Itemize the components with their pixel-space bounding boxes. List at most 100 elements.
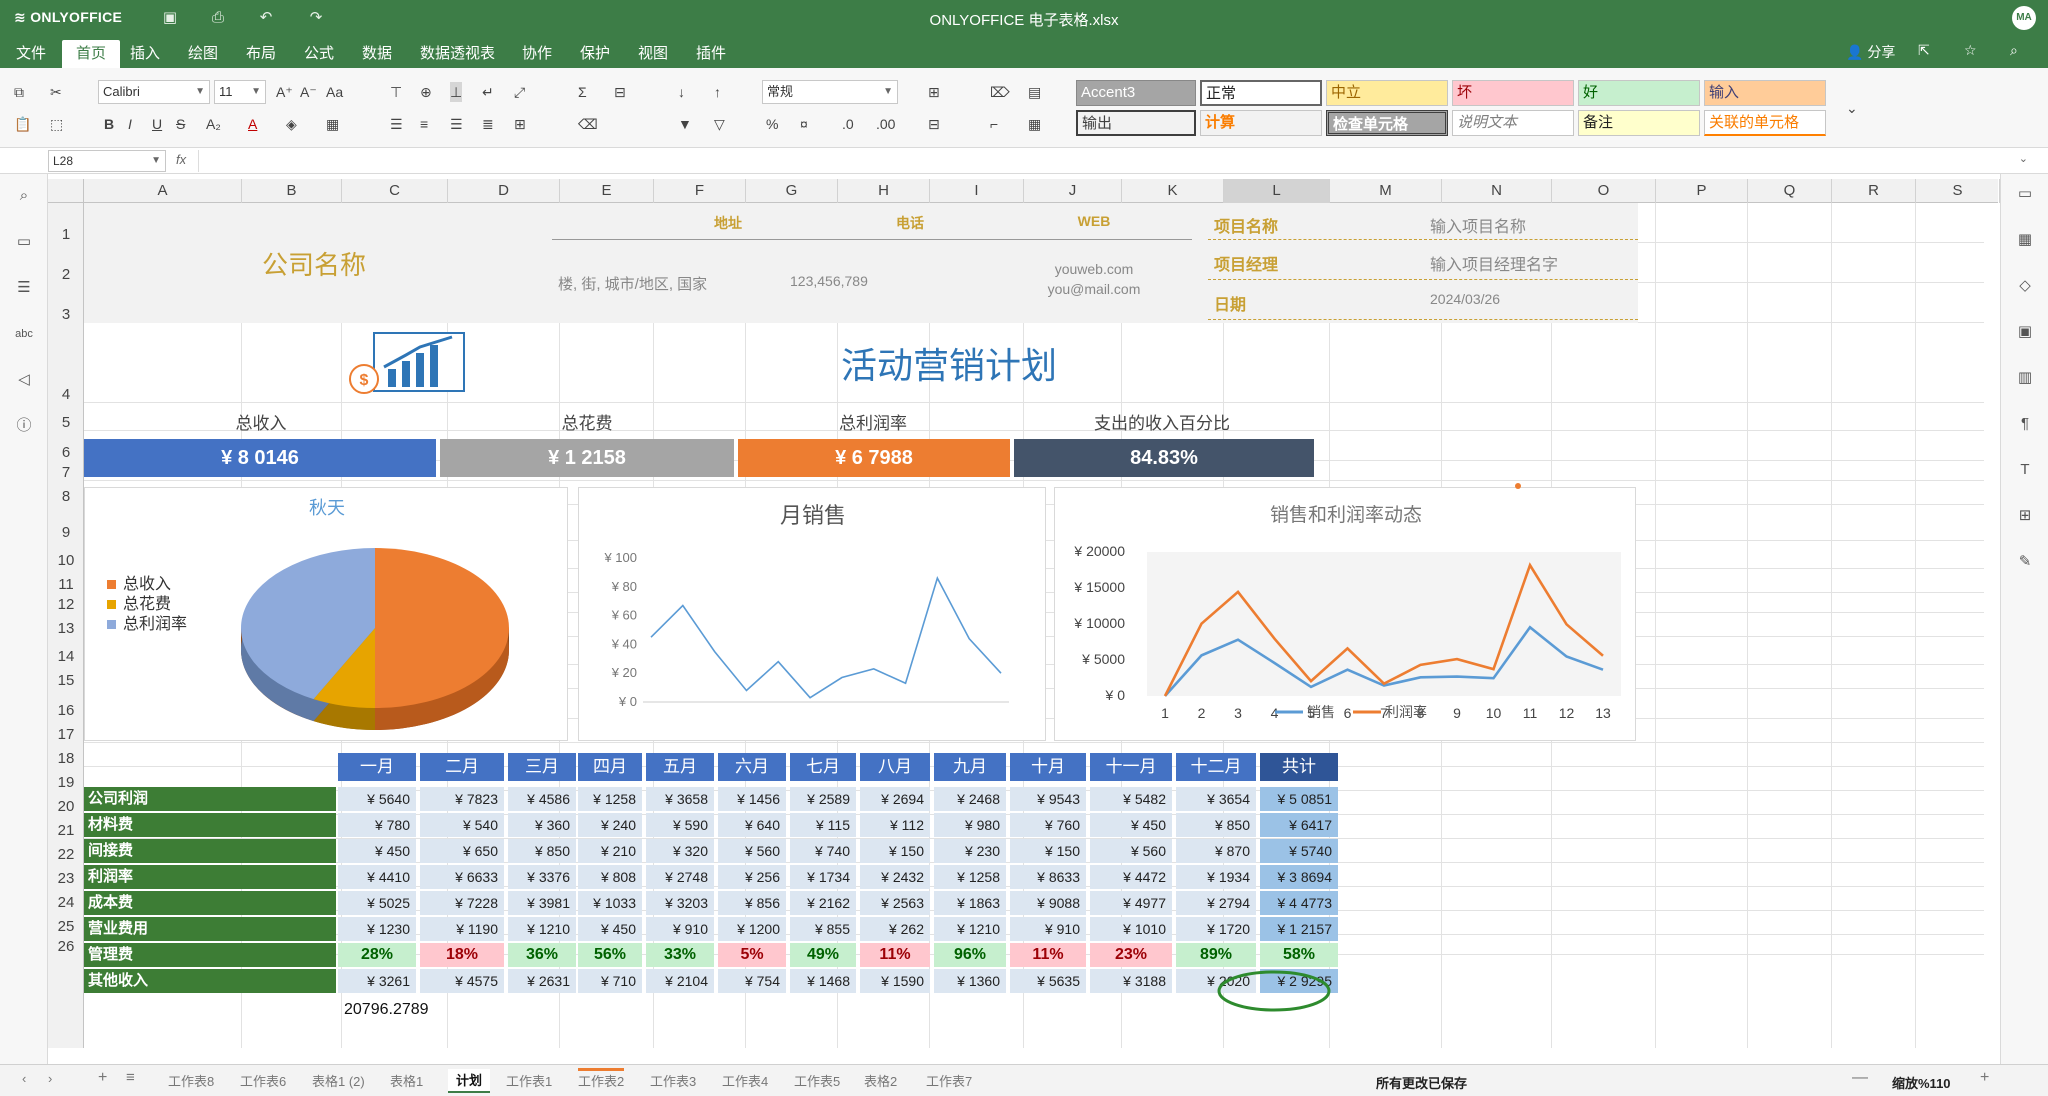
table-cell[interactable]: ¥ 2589 xyxy=(790,787,856,811)
month-header[interactable]: 二月 xyxy=(420,753,504,781)
column-header-k[interactable]: K xyxy=(1122,179,1224,203)
column-header-r[interactable]: R xyxy=(1832,179,1916,203)
row-header-24[interactable]: 24 xyxy=(48,887,84,911)
row-header-9[interactable]: 9 xyxy=(48,505,84,541)
row-header-8[interactable]: 8 xyxy=(48,481,84,505)
avatar[interactable]: MA xyxy=(2012,6,2036,30)
sheet-tab[interactable]: 计划 xyxy=(448,1069,491,1093)
column-header-b[interactable]: B xyxy=(242,179,342,203)
table-cell[interactable]: ¥ 3981 xyxy=(508,891,576,915)
tab-draw[interactable]: 绘图 xyxy=(182,40,224,68)
table-cell[interactable]: ¥ 1360 xyxy=(934,969,1006,993)
month-header[interactable]: 共计 xyxy=(1260,753,1338,781)
function-icon[interactable]: fx xyxy=(176,152,186,167)
align-right-icon[interactable]: ☰ xyxy=(450,114,463,134)
column-header-n[interactable]: N xyxy=(1442,179,1552,203)
align-bottom-icon[interactable]: ⊥ xyxy=(450,82,463,102)
style-neutral[interactable]: 中立 xyxy=(1326,80,1448,106)
row-header-13[interactable]: 13 xyxy=(48,613,84,637)
row-header-6[interactable]: 6 xyxy=(48,431,84,461)
table-cell[interactable]: ¥ 6417 xyxy=(1260,813,1338,837)
percent-cell[interactable]: 23% xyxy=(1090,943,1172,967)
spellcheck-icon[interactable]: abc xyxy=(14,324,34,344)
month-header[interactable]: 八月 xyxy=(860,753,930,781)
search-icon[interactable]: ⌕ xyxy=(2010,42,2018,59)
tab-insert[interactable]: 插入 xyxy=(124,40,166,68)
month-header[interactable]: 十二月 xyxy=(1176,753,1256,781)
wrap-text-icon[interactable]: ↵ xyxy=(482,82,494,102)
month-header[interactable]: 一月 xyxy=(338,753,416,781)
table-cell[interactable]: ¥ 1468 xyxy=(790,969,856,993)
row-header-10[interactable]: 10 xyxy=(48,541,84,569)
shape-settings-icon[interactable]: ◇ xyxy=(2015,276,2035,296)
styles-expand-icon[interactable]: ⌄ xyxy=(1846,98,1858,118)
style-calculation[interactable]: 计算 xyxy=(1200,110,1322,136)
delete-cells-icon[interactable]: ⊟ xyxy=(928,114,940,134)
row-header-14[interactable]: 14 xyxy=(48,637,84,665)
align-middle-icon[interactable]: ⊕ xyxy=(420,82,432,102)
sheet-tab[interactable]: 工作表7 xyxy=(926,1071,972,1090)
table-cell[interactable]: ¥ 4 4773 xyxy=(1260,891,1338,915)
table-cell[interactable]: ¥ 1734 xyxy=(790,865,856,889)
number-format-select[interactable]: 常规 ▼ xyxy=(762,80,898,104)
orientation-icon[interactable]: ⤢ xyxy=(514,82,525,102)
sheet-tab[interactable]: 工作表5 xyxy=(794,1071,840,1090)
change-case-icon[interactable]: Aa xyxy=(326,82,343,102)
filter-icon[interactable]: ▼ xyxy=(678,114,692,134)
row-header-22[interactable]: 22 xyxy=(48,839,84,863)
table-cell[interactable]: ¥ 3 8694 xyxy=(1260,865,1338,889)
table-cell[interactable]: ¥ 3376 xyxy=(508,865,576,889)
column-header-h[interactable]: H xyxy=(838,179,930,203)
percent-cell[interactable]: 5% xyxy=(718,943,786,967)
percent-cell[interactable]: 18% xyxy=(420,943,504,967)
percent-cell[interactable]: 11% xyxy=(860,943,930,967)
sheet-list-icon[interactable]: ≡ xyxy=(126,1069,135,1086)
table-cell[interactable]: ¥ 754 xyxy=(718,969,786,993)
borders-icon[interactable]: ▦ xyxy=(326,114,339,134)
sum-icon[interactable]: Σ xyxy=(578,82,587,102)
row-header-25[interactable]: 25 xyxy=(48,911,84,935)
justify-icon[interactable]: ≣ xyxy=(482,114,494,134)
sheet-tab[interactable]: 工作表3 xyxy=(650,1071,696,1090)
row-header-19[interactable]: 19 xyxy=(48,767,84,791)
text-art-icon[interactable]: T xyxy=(2015,460,2035,480)
table-cell[interactable]: ¥ 115 xyxy=(790,813,856,837)
tab-plugins[interactable]: 插件 xyxy=(690,40,732,68)
table-cell[interactable]: ¥ 450 xyxy=(338,839,416,863)
increase-decimal-icon[interactable]: .00 xyxy=(876,114,895,134)
table-cell[interactable]: ¥ 1210 xyxy=(508,917,576,941)
table-cell[interactable]: ¥ 1200 xyxy=(718,917,786,941)
percent-cell[interactable]: 11% xyxy=(1010,943,1086,967)
column-header-i[interactable]: I xyxy=(930,179,1024,203)
month-header[interactable]: 三月 xyxy=(508,753,576,781)
search-icon[interactable]: ⌕ xyxy=(14,186,34,206)
table-cell[interactable]: ¥ 1190 xyxy=(420,917,504,941)
table-cell[interactable]: ¥ 856 xyxy=(718,891,786,915)
table-cell[interactable]: ¥ 2104 xyxy=(646,969,714,993)
zoom-level[interactable]: 缩放%110 xyxy=(1892,1073,1951,1092)
table-cell[interactable]: ¥ 1258 xyxy=(578,787,642,811)
tab-protect[interactable]: 保护 xyxy=(574,40,616,68)
table-cell[interactable]: ¥ 5740 xyxy=(1260,839,1338,863)
pie-chart[interactable]: 秋天 总收入 总花费 总利润率 xyxy=(84,487,568,741)
table-cell[interactable]: ¥ 740 xyxy=(790,839,856,863)
row-header-15[interactable]: 15 xyxy=(48,665,84,689)
fill-icon[interactable]: ⊟ xyxy=(614,82,626,102)
table-cell[interactable]: ¥ 850 xyxy=(1176,813,1256,837)
table-cell[interactable]: ¥ 1934 xyxy=(1176,865,1256,889)
row-header-4[interactable]: 4 xyxy=(48,323,84,403)
row-header-7[interactable]: 7 xyxy=(48,461,84,481)
row-label[interactable]: 材料费 xyxy=(84,813,336,837)
percent-cell[interactable]: 58% xyxy=(1260,943,1338,967)
table-cell[interactable]: ¥ 2563 xyxy=(860,891,930,915)
table-cell[interactable]: ¥ 112 xyxy=(860,813,930,837)
table-cell[interactable]: ¥ 3188 xyxy=(1090,969,1172,993)
row-header-17[interactable]: 17 xyxy=(48,719,84,743)
eraser-icon[interactable]: ⌦ xyxy=(990,82,1010,102)
table-cell[interactable]: ¥ 1863 xyxy=(934,891,1006,915)
table-cell[interactable]: ¥ 2162 xyxy=(790,891,856,915)
row25-value[interactable]: 20796.2789 xyxy=(344,1001,429,1019)
share-button[interactable]: 👤 分享 xyxy=(1846,42,1895,62)
column-header-l[interactable]: L xyxy=(1224,179,1330,203)
table-cell[interactable]: ¥ 4410 xyxy=(338,865,416,889)
